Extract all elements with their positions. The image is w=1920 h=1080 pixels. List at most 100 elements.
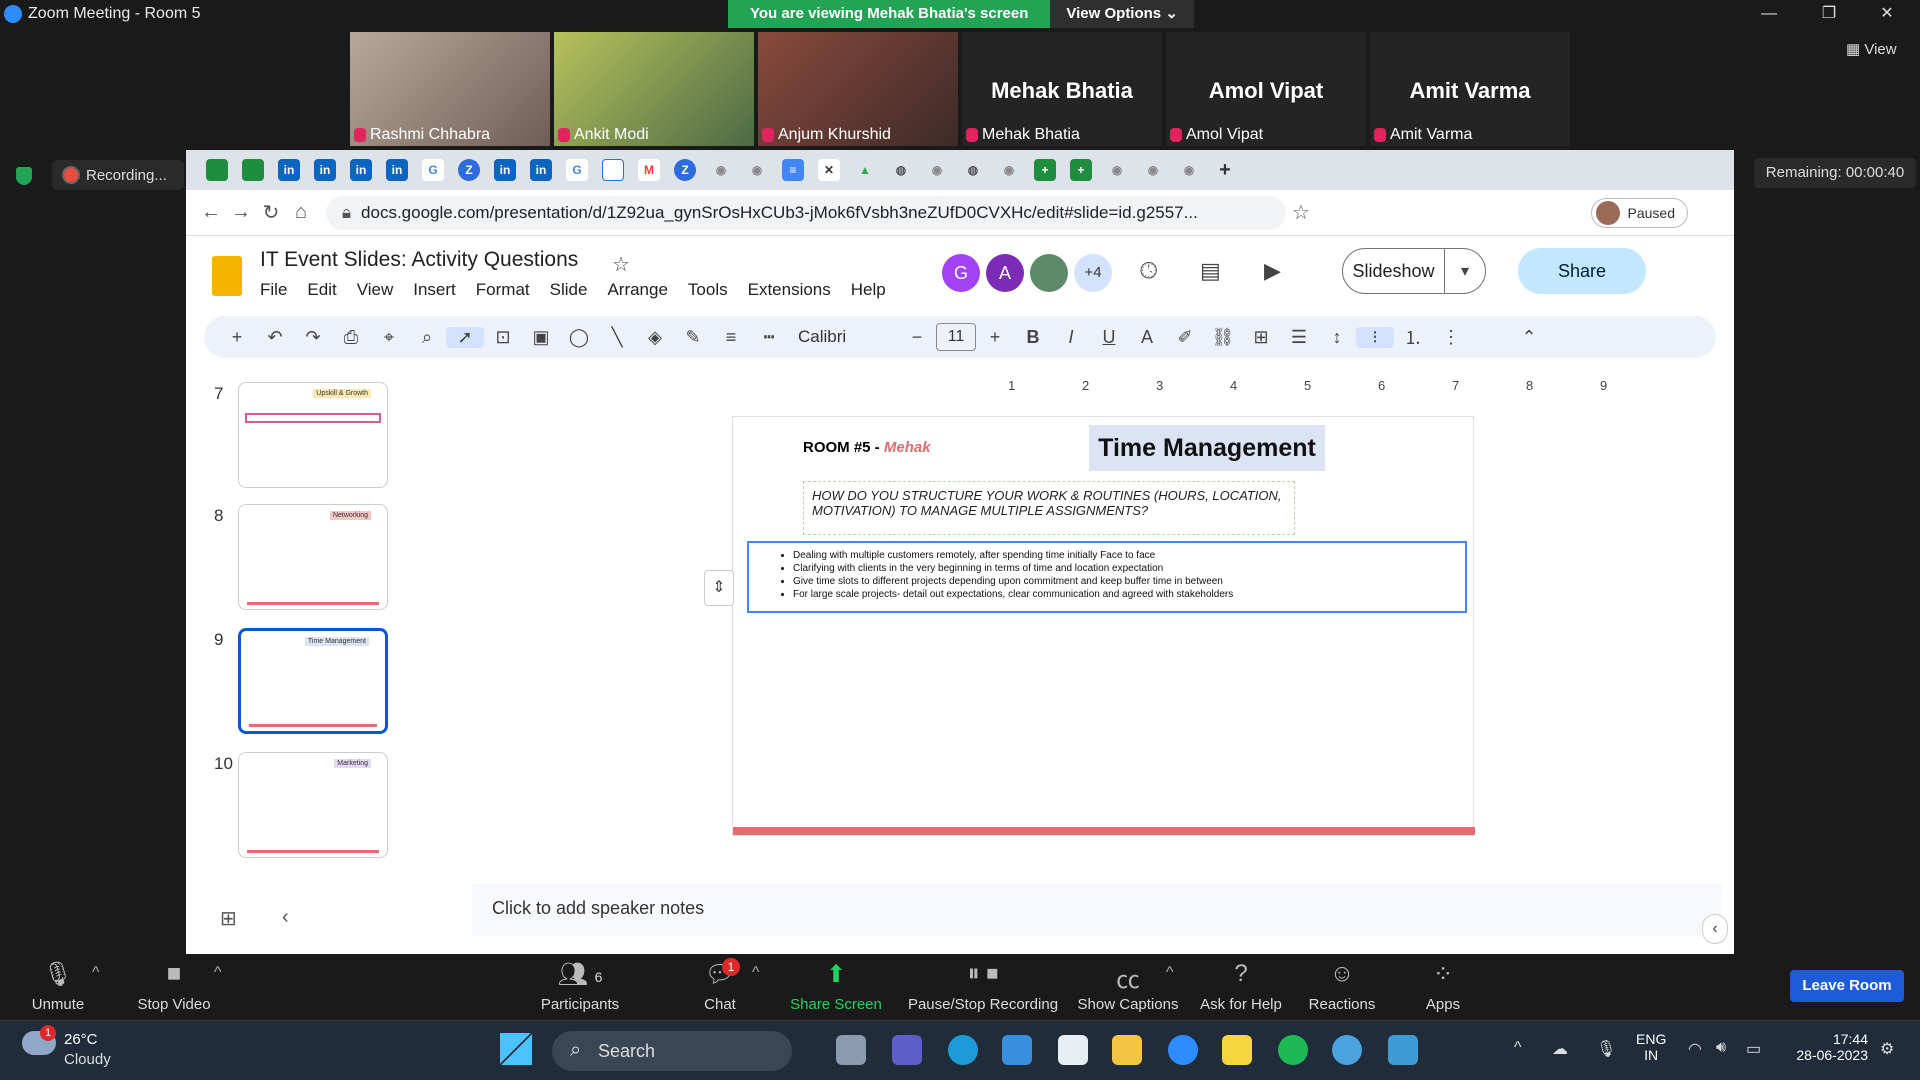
tab-zoho-icon[interactable]: Z — [458, 159, 480, 181]
numbered-list-icon[interactable]: ⒈ — [1394, 324, 1432, 350]
tab-calendar-icon[interactable] — [602, 159, 624, 181]
new-tab-icon[interactable]: + — [1214, 159, 1236, 181]
slide-canvas[interactable]: ROOM #5 - Mehak Time Management HOW DO Y… — [732, 416, 1475, 836]
participant-tile[interactable]: Ankit Modi — [554, 32, 754, 146]
tab-linkedin-icon[interactable]: in — [278, 159, 300, 181]
side-panel-toggle-icon[interactable]: ‹ — [1702, 914, 1728, 944]
more-icon[interactable]: ⋮ — [1432, 327, 1470, 348]
line-spacing-icon[interactable]: ↕ — [1318, 327, 1356, 348]
start-icon[interactable] — [500, 1033, 532, 1065]
browser-icon[interactable] — [1332, 1035, 1362, 1065]
participants-button[interactable]: 👥︎ 6 Participants — [540, 960, 620, 1013]
chevron-down-icon[interactable]: ▾ — [1445, 261, 1485, 281]
menu-format[interactable]: Format — [476, 280, 530, 300]
horizontal-ruler[interactable]: 1 2 3 4 5 6 7 8 9 — [470, 376, 1726, 398]
font-select[interactable]: Calibri — [788, 327, 898, 347]
edge-icon[interactable] — [948, 1035, 978, 1065]
new-slide-icon[interactable]: + — [218, 327, 256, 348]
sticky-notes-icon[interactable] — [1222, 1035, 1252, 1065]
paint-format-icon[interactable]: ⌖ — [370, 327, 408, 348]
slides-logo-icon[interactable] — [212, 256, 242, 296]
decrease-font-icon[interactable]: − — [898, 327, 936, 348]
file-explorer-icon[interactable] — [1112, 1035, 1142, 1065]
slide-thumbnail-selected[interactable]: Time Management — [238, 628, 388, 734]
tab-close-icon[interactable]: ✕ — [818, 159, 840, 181]
mail-icon[interactable] — [1002, 1035, 1032, 1065]
border-dash-icon[interactable]: ┅ — [750, 327, 788, 348]
weather-temp[interactable]: 26°C — [64, 1031, 98, 1048]
tab-globe-icon[interactable]: ◍ — [890, 159, 912, 181]
avatar[interactable] — [1030, 254, 1068, 292]
teams-icon[interactable] — [892, 1035, 922, 1065]
participant-tile[interactable]: Mehak Bhatia Mehak Bhatia — [962, 32, 1162, 146]
spotify-icon[interactable] — [1278, 1035, 1308, 1065]
menu-arrange[interactable]: Arrange — [607, 280, 667, 300]
fill-color-icon[interactable]: ◈ — [636, 327, 674, 348]
apps-button[interactable]: ⁘ Apps — [1420, 960, 1466, 1013]
task-view-icon[interactable] — [836, 1035, 866, 1065]
slideshow-button[interactable]: Slideshow ▾ — [1342, 248, 1486, 294]
slide-thumbnail[interactable]: Upskill & Growth — [238, 382, 388, 488]
link-icon[interactable]: ⛓ — [1204, 327, 1242, 348]
clock[interactable]: 17:44 28-06-2023 — [1788, 1031, 1868, 1063]
tab-hidden-icon[interactable]: ◉ — [998, 159, 1020, 181]
tray-chevron-icon[interactable]: ^ — [1514, 1039, 1522, 1057]
view-button[interactable]: ▦ View — [1846, 40, 1897, 58]
captions-button[interactable]: ㏄ Show Captions — [1076, 960, 1180, 1013]
grid-view-icon[interactable]: ⊞ — [220, 906, 237, 931]
tab-google-icon[interactable]: G — [566, 159, 588, 181]
border-weight-icon[interactable]: ≡ — [712, 327, 750, 348]
tab-sheets-icon[interactable]: + — [1070, 159, 1092, 181]
highlight-icon[interactable]: ✐ — [1166, 327, 1204, 348]
menu-view[interactable]: View — [357, 280, 394, 300]
participant-tile[interactable]: Amol Vipat Amol Vipat — [1166, 32, 1366, 146]
tab-hidden-icon[interactable]: ◉ — [710, 159, 732, 181]
participant-tile[interactable]: Amit Varma Amit Varma — [1370, 32, 1570, 146]
tab-linkedin-icon[interactable]: in — [350, 159, 372, 181]
chevron-up-icon[interactable]: ^ — [214, 964, 222, 982]
back-icon[interactable]: ← — [196, 201, 226, 224]
wifi-icon[interactable]: ◠ — [1688, 1039, 1702, 1059]
close-icon[interactable]: ✕ — [1864, 0, 1910, 28]
border-color-icon[interactable]: ✎ — [674, 327, 712, 348]
stop-video-button[interactable]: ■ Stop Video — [134, 960, 214, 1013]
tab-linkedin-icon[interactable]: in — [530, 159, 552, 181]
taskbar-search[interactable]: Search — [552, 1031, 792, 1071]
tab-hidden-icon[interactable]: ◉ — [746, 159, 768, 181]
tab-hidden-icon[interactable]: ◉ — [1142, 159, 1164, 181]
undo-icon[interactable]: ↶ — [256, 327, 294, 348]
tab-sheets-icon[interactable]: + — [1034, 159, 1056, 181]
print-icon[interactable]: ⎙ — [332, 327, 370, 348]
tab-linkedin-icon[interactable]: in — [314, 159, 336, 181]
tab-linkedin-icon[interactable]: in — [386, 159, 408, 181]
tab-hidden-icon[interactable]: ◉ — [1106, 159, 1128, 181]
home-icon[interactable]: ⌂ — [286, 201, 316, 224]
tab-zoho-icon[interactable]: Z — [674, 159, 696, 181]
pause-stop-recording-button[interactable]: ⏸︎ ⏹︎ Pause/Stop Recording — [906, 960, 1060, 1013]
bold-icon[interactable]: B — [1014, 327, 1052, 348]
speaker-notes[interactable]: Click to add speaker notes — [472, 884, 1722, 936]
view-options-button[interactable]: View Options ⌄ — [1050, 0, 1194, 28]
text-box-icon[interactable]: ⊡ — [484, 327, 522, 348]
select-icon[interactable]: ➚ — [446, 326, 484, 348]
battery-icon[interactable]: ▭ — [1746, 1039, 1761, 1059]
cloud-icon[interactable]: ☁ — [1552, 1039, 1568, 1059]
security-shield-icon[interactable] — [16, 167, 32, 185]
selected-bullet-textbox[interactable]: Dealing with multiple customers remotely… — [747, 541, 1467, 613]
text-color-icon[interactable]: A — [1128, 327, 1166, 348]
chevron-up-icon[interactable]: ^ — [92, 964, 100, 982]
volume-icon[interactable]: 🔊︎ — [1716, 1039, 1726, 1057]
tab-hidden-icon[interactable]: ◉ — [1178, 159, 1200, 181]
history-icon[interactable]: 🕓︎ — [1140, 258, 1157, 284]
unmute-button[interactable]: 🎙︎ Unmute — [28, 960, 88, 1013]
zoom-icon[interactable]: ⌕ — [408, 327, 446, 348]
store-icon[interactable] — [1058, 1035, 1088, 1065]
menu-help[interactable]: Help — [851, 280, 886, 300]
tab-hidden-icon[interactable]: ◉ — [926, 159, 948, 181]
tab-linkedin-icon[interactable]: in — [494, 159, 516, 181]
shape-icon[interactable]: ◯ — [560, 327, 598, 348]
menu-edit[interactable]: Edit — [307, 280, 336, 300]
menu-insert[interactable]: Insert — [413, 280, 456, 300]
share-button[interactable]: Share — [1518, 248, 1646, 294]
recording-indicator[interactable]: Recording... — [52, 160, 184, 190]
